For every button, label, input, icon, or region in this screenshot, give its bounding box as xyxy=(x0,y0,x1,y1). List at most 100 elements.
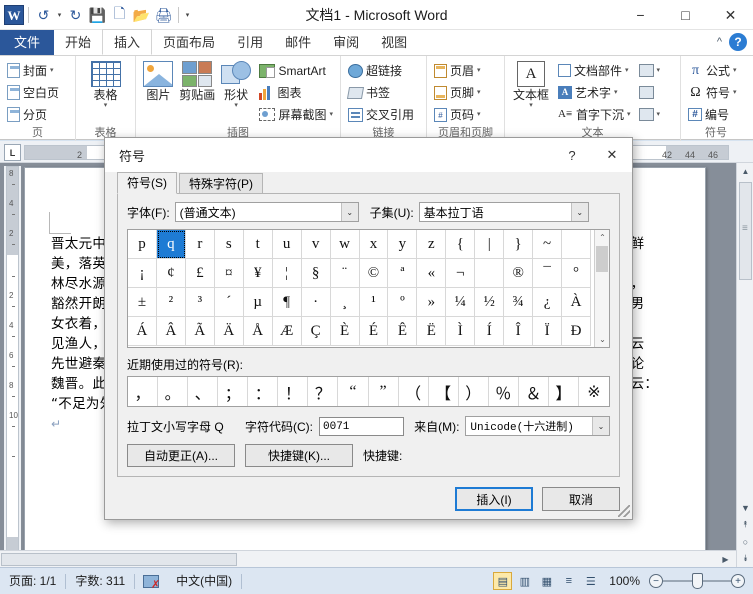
recent-symbol-cell[interactable]: ！ xyxy=(278,377,309,406)
vertical-scrollbar-thumb[interactable] xyxy=(739,182,752,280)
signature-line-button[interactable]: ▾ xyxy=(636,60,664,81)
save-icon[interactable]: 💾 xyxy=(87,5,108,26)
recent-symbol-cell[interactable]: 【 xyxy=(429,377,459,406)
recent-symbol-cell[interactable]: ” xyxy=(369,377,399,406)
vertical-ruler[interactable]: 8 4 2 2 4 6 8 10 xyxy=(4,166,21,566)
symbol-cell[interactable]: ² xyxy=(156,288,186,317)
recent-symbol-cell[interactable]: （ xyxy=(399,377,429,406)
recent-symbol-cell[interactable]: 】 xyxy=(549,377,579,406)
new-document-icon[interactable]: 🗋 xyxy=(109,5,130,26)
quick-parts-button[interactable]: 文档部件 ▾ xyxy=(555,60,634,81)
font-combobox[interactable]: (普通文本) ⌄ xyxy=(174,202,359,222)
symbol-cell[interactable]: ¤ xyxy=(214,259,244,288)
symbol-cell[interactable] xyxy=(562,230,591,259)
tab-insert[interactable]: 插入 xyxy=(102,29,153,55)
symbol-cell[interactable]: ¸ xyxy=(330,288,360,317)
chevron-down-icon[interactable]: ⌄ xyxy=(592,417,609,435)
symbol-cell[interactable]: u xyxy=(272,230,302,259)
dialog-tab-symbols[interactable]: 符号(S) xyxy=(117,172,177,194)
number-button[interactable]: # 编号 xyxy=(685,104,740,125)
symbol-cell[interactable]: r xyxy=(185,230,215,259)
word-count[interactable]: 字数: 311 xyxy=(66,571,134,591)
chevron-down-icon[interactable]: ⌄ xyxy=(340,203,358,221)
table-button[interactable]: 表格 ▾ xyxy=(80,59,131,109)
maximize-button[interactable]: □ xyxy=(663,0,708,30)
tab-file[interactable]: 文件 xyxy=(0,30,55,55)
horizontal-scrollbar[interactable]: ▶ xyxy=(0,550,736,567)
chart-button[interactable]: 图表 xyxy=(256,82,336,103)
shapes-button[interactable]: 形状 ▾ xyxy=(218,59,255,109)
date-time-button[interactable] xyxy=(636,82,664,103)
insert-button[interactable]: 插入(I) xyxy=(455,487,533,511)
close-button[interactable]: ✕ xyxy=(708,0,753,30)
symbol-cell[interactable]: ­ xyxy=(475,259,505,288)
scroll-right-icon[interactable]: ▶ xyxy=(717,551,734,568)
tab-home[interactable]: 开始 xyxy=(54,30,102,55)
symbol-cell[interactable]: } xyxy=(504,230,534,259)
symbol-cell[interactable]: È xyxy=(330,317,360,346)
from-combobox[interactable]: Unicode(十六进制) ⌄ xyxy=(465,416,610,436)
tab-references[interactable]: 引用 xyxy=(226,30,274,55)
symbol-cell[interactable]: t xyxy=(243,230,273,259)
recent-symbol-cell[interactable]: 、 xyxy=(188,377,219,406)
symbol-cell[interactable]: ¨ xyxy=(330,259,360,288)
footer-button[interactable]: 页脚 ▾ xyxy=(431,82,484,103)
cancel-button[interactable]: 取消 xyxy=(542,487,620,511)
symbol-cell[interactable]: v xyxy=(301,230,331,259)
symbol-cell[interactable]: » xyxy=(417,288,447,317)
scroll-down-icon[interactable]: ⌄ xyxy=(595,332,610,347)
recent-symbol-cell[interactable]: ＆ xyxy=(519,377,549,406)
zoom-slider-handle[interactable] xyxy=(692,573,703,589)
symbol-dialog[interactable]: 符号 ? ✕ 符号(S) 特殊字符(P) 字体(F): (普通文本) ⌄ 子集(… xyxy=(104,137,633,520)
symbol-cell[interactable]: ¬ xyxy=(446,259,476,288)
symbol-cell[interactable]: ª xyxy=(388,259,418,288)
symbol-cell[interactable]: Â xyxy=(156,317,186,346)
symbol-cell[interactable]: É xyxy=(359,317,389,346)
symbol-cell[interactable]: ~ xyxy=(533,230,563,259)
symbol-cell[interactable]: Ê xyxy=(388,317,418,346)
print-icon[interactable]: 🖨 xyxy=(153,5,174,26)
symbol-grid-container[interactable]: pqrstuvwxyz{|}~ ¡¢£¤¥¦§¨©ª«¬­®¯° ±²³´µ¶·¸¹… xyxy=(127,229,610,348)
symbol-cell[interactable]: « xyxy=(417,259,447,288)
char-code-input[interactable]: 0071 xyxy=(319,416,405,436)
symbol-cell[interactable]: ¡ xyxy=(128,259,157,288)
shortcut-key-button[interactable]: 快捷键(K)... xyxy=(245,444,353,467)
cross-reference-button[interactable]: 交叉引用 xyxy=(345,104,417,125)
dialog-title-bar[interactable]: 符号 ? ✕ xyxy=(105,138,632,172)
recent-symbols-grid[interactable]: ，。、；：！？ “” （【）％＆】 ※ xyxy=(128,377,609,406)
tab-stop-selector-icon[interactable]: L xyxy=(4,144,21,161)
symbol-cell[interactable]: y xyxy=(388,230,418,259)
undo-icon[interactable]: ↺ xyxy=(33,5,54,26)
symbol-grid-scrollbar[interactable]: ⌃ ⌄ xyxy=(594,230,609,347)
recent-symbol-cell[interactable]: ？ xyxy=(308,377,339,406)
symbol-grid-scroll-thumb[interactable] xyxy=(596,246,608,272)
dialog-tab-special-characters[interactable]: 特殊字符(P) xyxy=(179,173,263,194)
recent-symbol-cell[interactable]: ； xyxy=(218,377,249,406)
symbol-cell[interactable]: ¦ xyxy=(272,259,302,288)
symbol-cell[interactable]: Æ xyxy=(272,317,302,346)
smartart-button[interactable]: SmartArt xyxy=(256,60,336,81)
recent-symbol-cell[interactable]: ※ xyxy=(579,377,609,406)
header-button[interactable]: 页眉 ▾ xyxy=(431,60,484,81)
tab-review[interactable]: 审阅 xyxy=(322,30,370,55)
autocorrect-button[interactable]: 自动更正(A)... xyxy=(127,444,235,467)
page-number-button[interactable]: # 页码 ▾ xyxy=(431,104,484,125)
wordart-button[interactable]: A 艺术字 ▾ xyxy=(555,82,634,103)
dialog-resize-grip[interactable] xyxy=(618,505,630,517)
symbol-cell[interactable]: z xyxy=(417,230,447,259)
symbol-cell[interactable]: x xyxy=(359,230,389,259)
equation-button[interactable]: π 公式 ▾ xyxy=(685,60,740,81)
draft-icon[interactable]: ☰ xyxy=(581,572,600,590)
scroll-up-icon[interactable]: ⌃ xyxy=(595,230,610,245)
symbol-cell[interactable]: w xyxy=(330,230,360,259)
chevron-down-icon[interactable]: ⌄ xyxy=(570,203,588,221)
customize-qat-icon[interactable]: ▾ xyxy=(183,11,192,19)
recent-symbol-cell[interactable]: ， xyxy=(128,377,159,406)
symbol-cell[interactable]: Ì xyxy=(446,317,476,346)
blank-page-button[interactable]: 空白页 xyxy=(4,82,62,103)
screenshot-button[interactable]: 屏幕截图 ▾ xyxy=(256,104,336,125)
page-break-button[interactable]: 分页 xyxy=(4,104,62,125)
symbol-cell[interactable]: ½ xyxy=(475,288,505,317)
minimize-button[interactable]: − xyxy=(618,0,663,30)
symbol-cell[interactable]: À xyxy=(562,288,591,317)
